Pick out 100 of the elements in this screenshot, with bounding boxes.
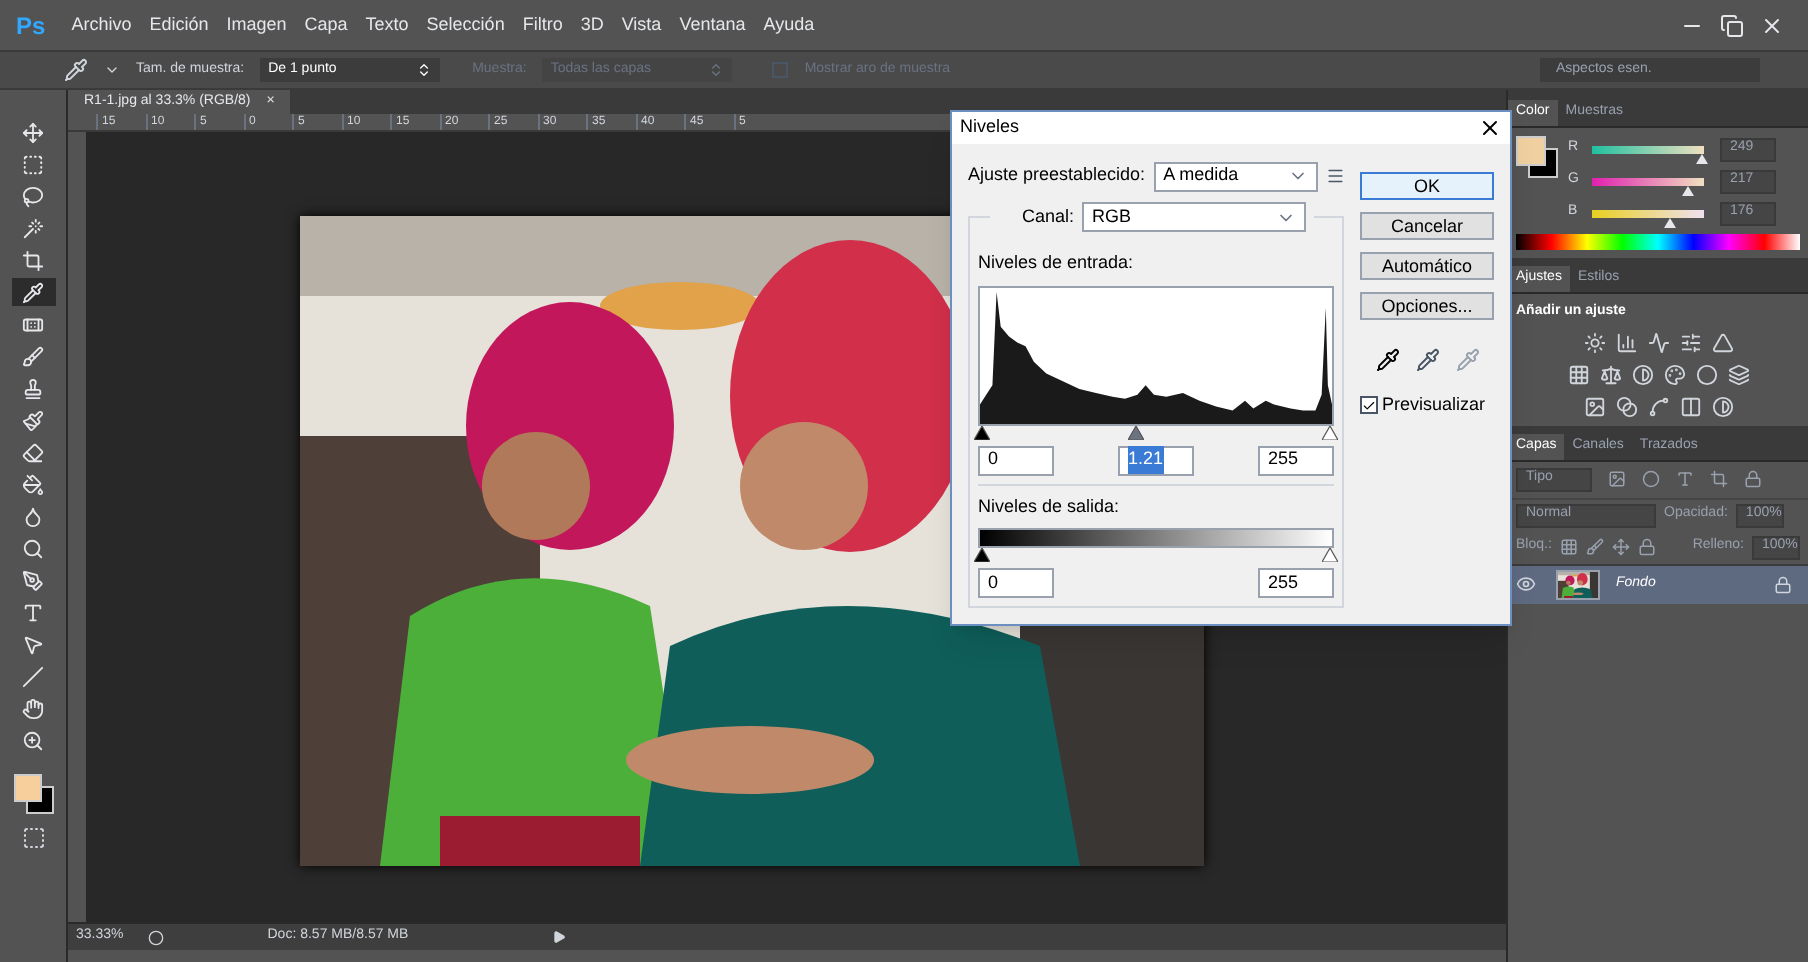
menu-icon[interactable] [1325, 166, 1344, 186]
menu-item[interactable]: Ventana [679, 11, 746, 39]
hand-icon [22, 697, 44, 719]
restore-icon[interactable] [1720, 13, 1744, 37]
circle-icon[interactable] [147, 929, 164, 945]
dialog-button[interactable]: Opciones... [1360, 292, 1494, 320]
contrast-icon[interactable] [1711, 395, 1733, 417]
channel-label: Canal: [1020, 203, 1075, 230]
channel-dropdown[interactable]: RGB [1082, 202, 1307, 232]
output-levels-label: Niveles de salida: [978, 493, 1122, 519]
palette-icon[interactable] [1663, 363, 1685, 385]
spline-icon[interactable] [1647, 395, 1669, 417]
color-spectrum[interactable] [1516, 234, 1800, 250]
drop-icon [22, 505, 44, 527]
foreground-swatch[interactable] [1516, 136, 1546, 166]
background-swatch[interactable] [25, 786, 53, 814]
updown-icon [416, 62, 433, 78]
blend-icon[interactable] [1615, 395, 1637, 417]
grid-icon[interactable] [1567, 363, 1589, 385]
background-swatch[interactable] [1528, 148, 1558, 178]
dialog-title: Niveles [960, 114, 1020, 141]
eyedropper-icon[interactable] [1415, 348, 1439, 372]
lock-icon[interactable] [1637, 538, 1656, 556]
app-logo: Ps [14, 9, 48, 43]
check-icon [1362, 397, 1376, 414]
zoom-icon [22, 729, 44, 751]
updown-icon [708, 62, 725, 78]
circle-icon[interactable] [1642, 470, 1660, 488]
image-icon[interactable] [1608, 470, 1626, 488]
bar-chart-icon[interactable] [1615, 331, 1637, 353]
input-field[interactable]: 255 [1258, 568, 1334, 598]
slider-thumb[interactable] [974, 425, 990, 439]
lasso-icon [22, 185, 44, 207]
dashed-square-icon [22, 153, 44, 175]
pointer-icon [22, 633, 44, 655]
curve-icon[interactable] [1647, 331, 1669, 353]
scale-icon[interactable] [1599, 363, 1621, 385]
input-field[interactable]: 255 [1258, 445, 1334, 475]
triangle-icon[interactable] [1711, 331, 1733, 353]
paintbrush-icon [22, 409, 44, 431]
brush-icon[interactable] [1585, 538, 1604, 556]
preset-dropdown[interactable]: A medida [1153, 161, 1318, 191]
close-icon[interactable] [1760, 13, 1784, 37]
move-icon[interactable] [1611, 538, 1630, 556]
menu-item[interactable]: Capa [304, 11, 348, 39]
menu-item[interactable]: Edición [149, 11, 209, 39]
checkbox[interactable] [1360, 396, 1378, 415]
columns-icon[interactable] [1679, 395, 1701, 417]
input-levels-label: Niveles de entrada: [978, 250, 1136, 276]
close-icon[interactable] [1478, 116, 1502, 140]
type-icon [22, 601, 44, 623]
bucket-icon [22, 473, 44, 495]
eyedropper-icon[interactable] [1375, 348, 1399, 372]
menu-item[interactable]: Ayuda [763, 11, 815, 39]
crop-icon [22, 249, 44, 271]
grid-icon[interactable] [1559, 538, 1578, 556]
lock-icon[interactable] [1744, 470, 1762, 488]
dialog-button[interactable]: OK [1360, 172, 1494, 200]
slider-thumb[interactable] [1322, 425, 1338, 439]
menu-item[interactable]: 3D [580, 11, 604, 39]
play-icon[interactable] [552, 930, 567, 944]
type-icon[interactable] [1676, 470, 1694, 488]
eyedropper-icon[interactable] [64, 58, 88, 82]
checkbox-label: Previsualizar [1382, 392, 1486, 418]
circle-icon[interactable] [1695, 363, 1717, 385]
slider-thumb[interactable] [974, 548, 990, 562]
contrast-icon[interactable] [1631, 363, 1653, 385]
checkbox[interactable] [772, 62, 789, 78]
input-field[interactable]: 0 [978, 445, 1054, 475]
sun-icon[interactable] [1583, 331, 1605, 353]
eyedropper-icon [22, 281, 44, 303]
dialog-button[interactable]: Automático [1360, 252, 1494, 280]
tool-button[interactable] [11, 278, 55, 306]
stamp-icon [22, 377, 44, 399]
sliders-icon[interactable] [1679, 331, 1701, 353]
menu-item[interactable]: Archivo [71, 11, 132, 39]
input-field[interactable]: 0 [978, 568, 1054, 598]
menu-item[interactable]: Filtro [522, 11, 563, 39]
menu-item[interactable]: Imagen [226, 11, 287, 39]
bandage-icon [22, 313, 44, 335]
menu-item[interactable]: Texto [365, 11, 409, 39]
image-icon[interactable] [1583, 395, 1605, 417]
brush-icon [22, 345, 44, 367]
input-field[interactable]: 1.21 [1118, 445, 1194, 475]
magnifier-icon [22, 537, 44, 559]
dialog-button[interactable]: Cancelar [1360, 212, 1494, 240]
crop-icon[interactable] [1710, 470, 1728, 488]
eye-icon[interactable] [1516, 574, 1536, 594]
foreground-swatch[interactable] [13, 774, 41, 802]
quick-mask-icon[interactable] [21, 826, 45, 850]
menu-item[interactable]: Vista [621, 11, 662, 39]
eraser-icon [22, 441, 44, 463]
layers-icon[interactable] [1727, 363, 1749, 385]
wand-icon [22, 217, 44, 239]
line-icon [22, 665, 44, 687]
preset-label: Ajuste preestablecido: [968, 162, 1146, 189]
pen-icon [22, 569, 44, 591]
slider-thumb[interactable] [1322, 548, 1338, 562]
menu-item[interactable]: Selección [426, 11, 505, 39]
chevron-icon[interactable] [104, 62, 120, 78]
